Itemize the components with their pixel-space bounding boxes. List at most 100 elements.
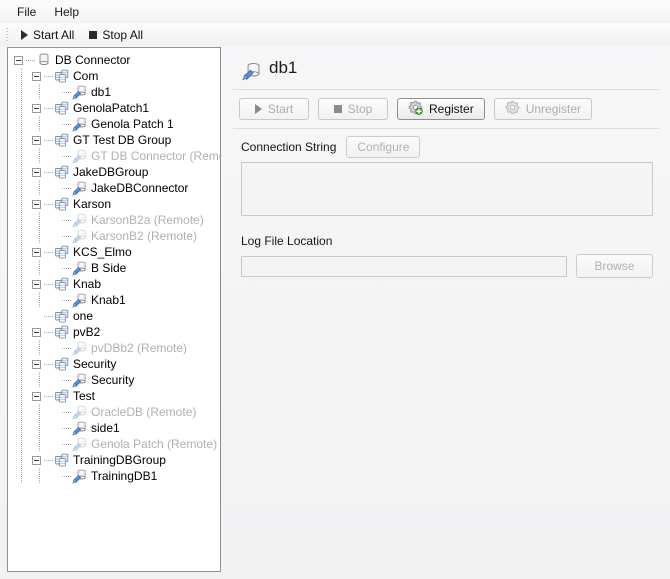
connection-string-row: Connection String Configure [241,135,653,159]
menu-item-file[interactable]: File [8,2,45,22]
group-icon [54,196,70,212]
collapse-icon[interactable] [32,104,41,113]
tree-guide-line [21,388,22,404]
tree-guide-line [39,372,40,388]
tree-guide-line [39,212,40,228]
tree-guide-line [21,308,22,324]
tree-node[interactable]: GenolaPatch1 [8,100,220,116]
tree-connector-line [44,280,53,289]
unregister-button[interactable]: Unregister [494,98,592,120]
collapse-icon[interactable] [32,248,41,257]
connector-icon [72,372,88,388]
collapse-icon[interactable] [32,136,41,145]
collapse-icon[interactable] [32,72,41,81]
tree-connector-line [44,168,53,177]
tree-node[interactable]: Knab1 [8,292,220,308]
group-icon [54,452,70,468]
tree-connector-line [62,232,71,241]
tree-node[interactable]: side1 [8,420,220,436]
tree-node[interactable]: KarsonB2a (Remote) [8,212,220,228]
collapse-icon[interactable] [32,168,41,177]
collapse-icon[interactable] [32,360,41,369]
group-icon [54,68,70,84]
tree-node[interactable]: Test [8,388,220,404]
collapse-icon[interactable] [32,392,41,401]
tree-node-label: Karson [70,196,111,212]
tree-node[interactable]: GT Test DB Group [8,132,220,148]
connector-icon [72,436,88,452]
tree-node[interactable]: Genola Patch (Remote) [8,436,220,452]
register-button[interactable]: Register [397,98,485,120]
collapse-icon[interactable] [32,200,41,209]
tree-node[interactable]: Security [8,372,220,388]
application-window: File Help Start All Stop All DB Connecto… [0,0,670,579]
group-icon [54,388,70,404]
tree-node[interactable]: db1 [8,84,220,100]
tree-node[interactable]: Com [8,68,220,84]
tree-node[interactable]: JakeDBConnector [8,180,220,196]
tree-node-label: pvDBb2 (Remote) [88,340,187,356]
tree-node-label: Knab [70,276,101,292]
collapse-icon[interactable] [32,328,41,337]
tree-guide-line [39,180,40,196]
start-button[interactable]: Start [239,98,309,120]
log-file-location-input[interactable] [241,256,567,277]
tree-guide-line [21,372,22,388]
tree-node[interactable]: KCS_Elmo [8,244,220,260]
connector-tree-panel[interactable]: DB ConnectorComdb1GenolaPatch1Genola Pat… [7,47,221,572]
collapse-icon[interactable] [14,56,23,65]
tree-guide-line [21,68,22,84]
tree-node[interactable]: GT DB Connector (Remote) [8,148,220,164]
tree-guide-line [39,420,40,436]
tree-node-label: KarsonB2 (Remote) [88,228,197,244]
tree-node[interactable]: B Side [8,260,220,276]
tree-guide-line [21,84,22,100]
tree-node[interactable]: pvDBb2 (Remote) [8,340,220,356]
browse-button[interactable]: Browse [576,254,653,278]
play-icon [255,104,262,114]
group-icon [54,132,70,148]
configure-button[interactable]: Configure [346,136,420,158]
tree-node[interactable]: OracleDB (Remote) [8,404,220,420]
connection-string-input[interactable] [241,162,653,216]
tree-node-label: JakeDBConnector [88,180,188,196]
tree-node[interactable]: pvB2 [8,324,220,340]
tree-node-label: TrainingDBGroup [70,452,166,468]
start-all-label: Start All [33,28,74,42]
connection-string-label: Connection String [241,140,336,154]
tree-node[interactable]: Karson [8,196,220,212]
connector-icon [72,148,88,164]
tree-node[interactable]: Security [8,356,220,372]
toolbar-grip[interactable] [3,27,11,43]
tree-node[interactable]: TrainingDBGroup [8,452,220,468]
tree-node-label: Security [88,372,134,388]
tree-connector-line [44,360,53,369]
tree-node[interactable]: TrainingDB1 [8,468,220,484]
tree-node[interactable]: Knab [8,276,220,292]
tree-node-label: Test [70,388,95,404]
start-all-button[interactable]: Start All [14,25,82,44]
stop-button[interactable]: Stop [318,98,388,120]
action-button-row: Start Stop Register [229,90,663,128]
tree-node[interactable]: Genola Patch 1 [8,116,220,132]
tree-guide-line [39,148,40,164]
tree-connector-line [62,376,71,385]
tree-node-label: KarsonB2a (Remote) [88,212,204,228]
tree-connector-line [62,344,71,353]
tree-node[interactable]: one [8,308,220,324]
stop-all-button[interactable]: Stop All [82,25,151,44]
tree-connector-line [26,56,35,65]
tree-node[interactable]: JakeDBGroup [8,164,220,180]
collapse-icon[interactable] [32,280,41,289]
group-icon [54,356,70,372]
tree-connector-line [62,296,71,305]
menu-item-help[interactable]: Help [45,2,88,22]
tree-node[interactable]: DB Connector [8,52,220,68]
tree-node-label: Com [70,68,98,84]
collapse-icon[interactable] [32,456,41,465]
tree-node[interactable]: KarsonB2 (Remote) [8,228,220,244]
connector-icon [72,468,88,484]
menu-bar: File Help [0,0,670,23]
detail-panel: db1 Start Stop [229,47,663,572]
tree-guide-line [39,260,40,276]
